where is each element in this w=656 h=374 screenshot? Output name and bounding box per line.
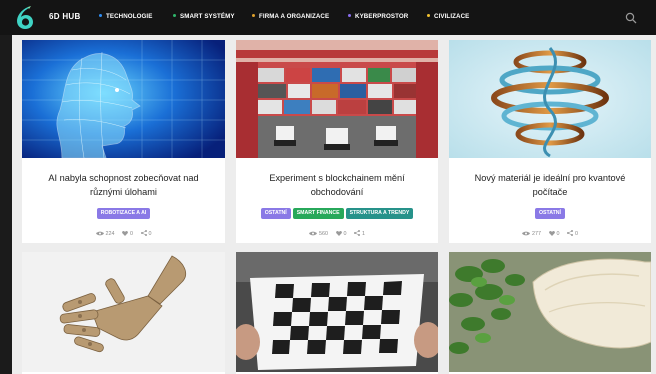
article-card[interactable]: [236, 252, 438, 374]
article-image-wireframe-head[interactable]: [22, 40, 225, 158]
likes-count[interactable]: 0: [335, 231, 347, 237]
eye-icon: [522, 231, 530, 236]
article-stats: 224 0 0: [22, 230, 225, 237]
nav-dot: [252, 14, 255, 17]
heart-icon: [122, 231, 128, 236]
shares-count[interactable]: 1: [354, 230, 365, 237]
article-title-line: obchodování: [310, 187, 364, 197]
article-title[interactable]: Experiment s blockchainem mění obchodová…: [244, 171, 430, 199]
article-title-line: různými úlohami: [90, 187, 157, 197]
article-title-line: Nový materiál je ideální pro kvantové: [474, 173, 626, 183]
tag-ostatni[interactable]: OSTATNÍ: [535, 208, 565, 219]
views-value: 560: [319, 231, 328, 237]
shares-value: 1: [362, 231, 365, 237]
article-title[interactable]: AI nabyla schopnost zobecňovat nad různý…: [30, 171, 217, 199]
article-title[interactable]: Nový materiál je ideální pro kvantové po…: [457, 171, 643, 199]
tag-robotizace-a-ai[interactable]: ROBOTIZACE A AI: [96, 208, 151, 219]
likes-count[interactable]: 0: [122, 231, 133, 237]
article-image-checkerboard-sheet[interactable]: [236, 252, 438, 372]
share-icon: [567, 230, 573, 236]
tag-struktura-a-trendy[interactable]: STRUKTURA A TRENDY: [345, 208, 414, 219]
nav-item-label: TECHNOLOGIE: [106, 13, 153, 20]
nav-item-kyberprostor[interactable]: KYBERPROSTOR: [348, 13, 408, 23]
nav-dot: [99, 14, 102, 17]
heart-icon: [548, 231, 555, 236]
article-tags: OSTATNÍ SMART FINANCE STRUKTURA A TRENDY: [236, 208, 438, 219]
article-title-line: Experiment s blockchainem mění: [269, 173, 405, 183]
nav-item-label: FIRMA A ORGANIZACE: [259, 13, 330, 20]
nav-item-civilizace[interactable]: CIVILIZACE: [427, 13, 469, 23]
views-value: 224: [105, 231, 115, 237]
heart-icon: [335, 231, 342, 236]
article-tags: OSTATNÍ: [449, 208, 651, 219]
nav-item-label: KYBERPROSTOR: [355, 13, 409, 20]
shares-count[interactable]: 0: [567, 230, 578, 237]
nav-dot: [348, 14, 351, 17]
article-stats: 560 0 1: [236, 230, 438, 237]
6d-logo-icon[interactable]: [13, 5, 37, 31]
nav-dot: [427, 14, 430, 17]
shares-value: 0: [575, 231, 578, 237]
shares-count[interactable]: 0: [140, 230, 152, 237]
article-image-robotic-hand[interactable]: [22, 252, 225, 372]
views-count: 224: [95, 231, 115, 237]
left-page-edge: [0, 35, 12, 374]
article-card[interactable]: Experiment s blockchainem mění obchodová…: [236, 40, 438, 243]
top-navigation-bar: 6D HUB TECHNOLOGIE SMART SYSTÉMY FIRMA A…: [0, 0, 656, 35]
article-stats: 277 0 0: [449, 230, 651, 237]
article-card[interactable]: Nový materiál je ideální pro kvantové po…: [449, 40, 651, 243]
article-tags: ROBOTIZACE A AI: [22, 208, 225, 219]
article-image-twisted-ribbon[interactable]: [449, 40, 651, 158]
eye-icon: [95, 231, 104, 236]
article-title-line: AI nabyla schopnost zobecňovat nad: [48, 173, 199, 183]
article-card[interactable]: AI nabyla schopnost zobecňovat nad různý…: [22, 40, 225, 243]
nav-item-label: CIVILIZACE: [434, 13, 470, 20]
tag-ostatni[interactable]: OSTATNÍ: [260, 208, 291, 219]
views-value: 277: [532, 231, 541, 237]
tag-smart-finance[interactable]: SMART FINANCE: [292, 208, 344, 219]
article-image-stone-and-ivy[interactable]: [449, 252, 651, 372]
brand-name[interactable]: 6D HUB: [49, 12, 81, 21]
share-icon: [140, 230, 147, 236]
eye-icon: [309, 231, 317, 236]
nav-item-technologie[interactable]: TECHNOLOGIE: [99, 13, 152, 23]
shares-value: 0: [148, 231, 152, 237]
article-card[interactable]: [449, 252, 651, 374]
article-image-container-port[interactable]: [236, 40, 438, 158]
article-card[interactable]: [22, 252, 225, 374]
share-icon: [354, 230, 360, 236]
likes-count[interactable]: 0: [548, 231, 560, 237]
likes-value: 0: [556, 231, 560, 237]
nav-item-smart-systemy[interactable]: SMART SYSTÉMY: [173, 13, 235, 23]
likes-value: 0: [343, 231, 347, 237]
nav-item-label: SMART SYSTÉMY: [180, 13, 235, 20]
views-count: 560: [309, 231, 328, 237]
search-icon[interactable]: [625, 12, 637, 24]
nav-item-firma-a-organizace[interactable]: FIRMA A ORGANIZACE: [252, 13, 329, 23]
nav-dot: [173, 14, 176, 17]
likes-value: 0: [130, 231, 133, 237]
views-count: 277: [522, 231, 541, 237]
article-title-line: počítače: [532, 187, 568, 197]
